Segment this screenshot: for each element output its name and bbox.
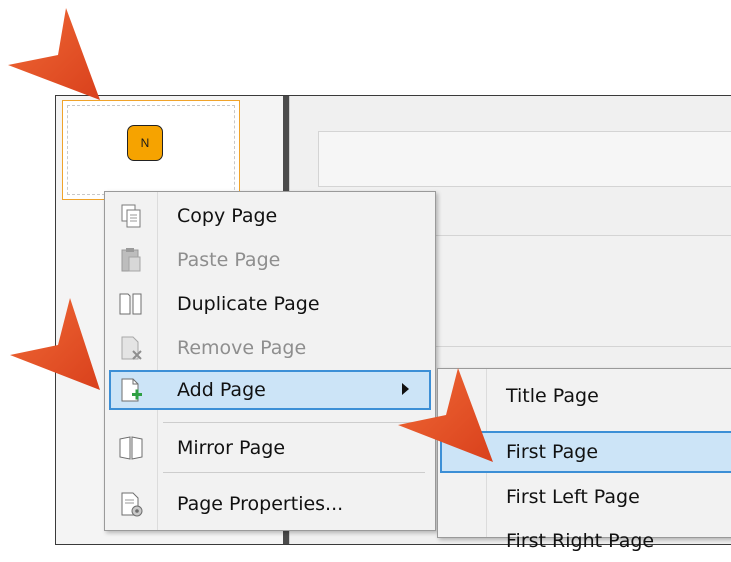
callout-arrow-icon [8, 8, 493, 462]
submenu-item-label: First Right Page [506, 530, 655, 552]
